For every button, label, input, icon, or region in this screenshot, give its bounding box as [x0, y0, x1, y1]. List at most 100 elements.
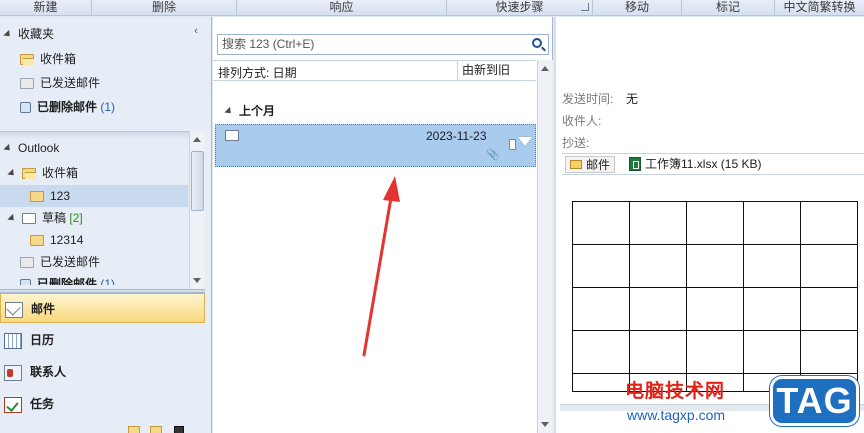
group-header-last-month[interactable]: 上个月: [224, 102, 276, 119]
folder-inbox[interactable]: 收件箱: [7, 162, 79, 184]
flag-icon[interactable]: [518, 137, 532, 146]
search-input[interactable]: 搜索 123 (Ctrl+E): [217, 34, 549, 55]
watermark: 电脑技术网 www.tagxp.com TAG: [625, 374, 864, 433]
sort-bar: 排列方式: 日期 由新到旧: [213, 60, 536, 81]
attachment-file[interactable]: 工作簿11.xlsx (15 KB): [627, 156, 761, 173]
scroll-up-icon[interactable]: [541, 66, 549, 71]
notes-icon[interactable]: [128, 426, 140, 433]
folder-123-label: 123: [50, 189, 71, 203]
mail-icon: [570, 160, 582, 169]
folder-deleted-label: 已删除邮件: [37, 277, 98, 285]
calendar-icon: [4, 332, 22, 349]
mail-icon: [5, 301, 23, 318]
nav-button-calendar[interactable]: 日历: [0, 325, 205, 355]
favorite-item-deleted[interactable]: 已删除邮件 (1): [20, 96, 115, 118]
folder-12314[interactable]: 12314: [30, 229, 83, 251]
navigation-pane: 收藏夹 ‹ 收件箱 已发送邮件 已删除邮件 (1) Outlook 收件箱 12…: [0, 17, 212, 433]
configure-buttons-icon[interactable]: [174, 426, 184, 433]
message-item[interactable]: 2023-11-23 📎: [215, 124, 536, 167]
scroll-thumb[interactable]: [191, 151, 204, 211]
list-scrollbar[interactable]: [537, 60, 553, 433]
group-header-label: 上个月: [239, 104, 276, 118]
folder-drafts[interactable]: 草稿 [2]: [7, 207, 83, 229]
favorite-deleted-label: 已删除邮件: [37, 100, 98, 114]
envelope-icon: [225, 130, 239, 141]
collapse-triangle-icon[interactable]: [3, 144, 13, 154]
ribbon-group-labels: 新建 删除 响应 快速步骤 移动 标记 中文简繁转换: [0, 0, 864, 16]
account-header[interactable]: Outlook: [3, 137, 60, 159]
annotation-arrow: [362, 176, 400, 357]
expand-triangle-icon[interactable]: [7, 169, 17, 179]
trash-icon: [20, 102, 31, 114]
category-icon[interactable]: [509, 139, 516, 150]
nav-button-mail[interactable]: 邮件: [0, 293, 205, 323]
ribbon-group-tags: 标记: [682, 0, 775, 16]
scroll-down-icon[interactable]: [193, 278, 201, 283]
spreadsheet-preview: [572, 201, 858, 392]
inbox-folder-icon: [22, 168, 36, 180]
minimize-nav-icon[interactable]: ‹: [190, 25, 202, 37]
sent-folder-icon: [20, 78, 34, 90]
attachment-file-label: 工作簿11.xlsx (15 KB): [645, 157, 762, 171]
folder-icon: [30, 235, 44, 247]
sent-folder-icon: [20, 257, 34, 269]
nav-tasks-label: 任务: [30, 397, 55, 411]
expand-triangle-icon[interactable]: [224, 107, 234, 117]
nav-mail-label: 邮件: [31, 302, 56, 316]
excel-file-icon: [629, 157, 641, 171]
watermark-tag-logo: TAG: [770, 376, 859, 426]
message-tab[interactable]: 邮件: [565, 156, 616, 173]
deleted-count: (1): [100, 100, 116, 114]
expand-triangle-icon[interactable]: [7, 214, 17, 224]
favorite-inbox-label: 收件箱: [40, 52, 77, 66]
paperclip-icon: 📎: [486, 149, 500, 161]
scroll-up-icon[interactable]: [193, 137, 201, 142]
ribbon-group-move: 移动: [593, 0, 682, 16]
folder-sent[interactable]: 已发送邮件: [20, 251, 100, 273]
contacts-icon: [4, 364, 22, 381]
scroll-down-icon[interactable]: [541, 422, 549, 427]
collapse-triangle-icon[interactable]: [3, 30, 13, 40]
sort-by-label[interactable]: 排列方式: 日期: [218, 64, 297, 81]
dialog-launcher-icon[interactable]: [581, 3, 589, 11]
folder-inbox-label: 收件箱: [42, 166, 79, 180]
folder-icon: [30, 191, 44, 203]
preview-grid: [572, 201, 858, 392]
nav-button-tasks[interactable]: 任务: [0, 389, 205, 419]
favorites-title: 收藏夹: [18, 27, 55, 41]
favorite-item-inbox[interactable]: 收件箱: [20, 48, 76, 70]
nav-scrollbar[interactable]: [189, 131, 205, 289]
nav-button-contacts[interactable]: 联系人: [0, 357, 205, 387]
folder-123[interactable]: 123: [0, 185, 188, 207]
tasks-icon: [4, 396, 22, 413]
account-title: Outlook: [18, 141, 60, 155]
folder-list-icon[interactable]: [150, 426, 162, 433]
favorites-header[interactable]: 收藏夹: [3, 23, 55, 45]
folder-deleted[interactable]: 已删除邮件 (1): [20, 273, 115, 285]
watermark-url: www.tagxp.com: [627, 407, 726, 423]
search-placeholder: 搜索 123 (Ctrl+E): [222, 37, 315, 51]
attachment-bar: 邮件 工作簿11.xlsx (15 KB): [562, 153, 864, 175]
favorite-item-sent[interactable]: 已发送邮件: [20, 72, 100, 94]
message-date: 2023-11-23: [426, 129, 487, 143]
message-tab-label: 邮件: [586, 158, 611, 172]
trash-icon: [20, 279, 31, 285]
ribbon-group-quick-steps-label: 快速步骤: [495, 0, 544, 14]
drafts-count: [2]: [69, 211, 83, 225]
search-icon[interactable]: [532, 38, 542, 48]
pane-splitter[interactable]: [554, 17, 556, 433]
reading-pane: 发送时间: 无 收件人: 抄送: 邮件 工作簿11.xlsx (15 KB): [554, 17, 864, 433]
sort-order-label: 由新到旧: [462, 63, 511, 77]
cc-label: 抄送:: [562, 136, 590, 150]
nav-calendar-label: 日历: [30, 333, 55, 347]
sent-time-value: 无: [626, 92, 639, 106]
ribbon-group-chinese-conversion: 中文简繁转换: [783, 0, 856, 14]
sort-order-button[interactable]: 由新到旧: [457, 61, 535, 80]
ribbon-group-delete: 删除: [92, 0, 237, 16]
folder-drafts-label: 草稿: [42, 211, 67, 225]
folder-deleted-count: (1): [100, 277, 116, 285]
watermark-chinese-text: 电脑技术网: [625, 381, 726, 402]
folder-sent-label: 已发送邮件: [40, 255, 101, 269]
ribbon-group-respond: 响应: [237, 0, 447, 16]
folder-12314-label: 12314: [50, 233, 84, 247]
